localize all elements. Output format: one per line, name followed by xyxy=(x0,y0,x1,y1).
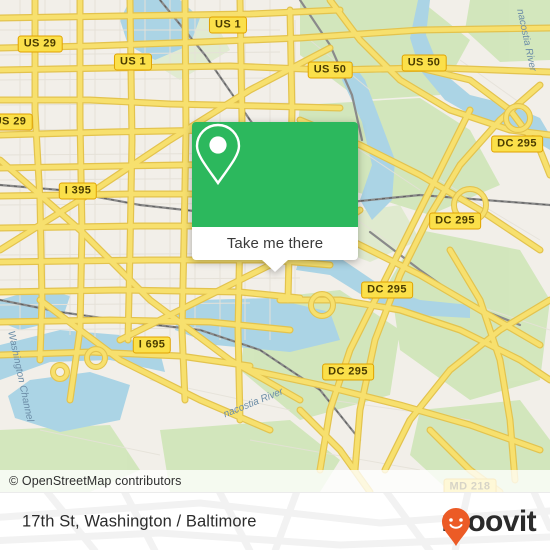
highway-shield: DC 295 xyxy=(429,212,481,230)
moovit-logo[interactable]: moovit xyxy=(441,507,537,546)
attribution-text[interactable]: © OpenStreetMap contributors xyxy=(0,474,182,488)
take-me-there-button[interactable]: Take me there xyxy=(192,227,358,260)
highway-shield: US 29 xyxy=(0,113,33,131)
take-me-there-label: Take me there xyxy=(226,235,324,252)
map-attribution-bar: © OpenStreetMap contributors xyxy=(0,470,550,492)
moovit-map-screen: nacostia River Washington Channel nacost… xyxy=(0,0,550,550)
callout-icon-panel xyxy=(192,122,358,227)
highway-shield: US 29 xyxy=(17,35,63,53)
moovit-pin-smiley-icon xyxy=(442,508,471,546)
highway-shield: DC 295 xyxy=(361,281,413,299)
page-title: 17th St, Washington / Baltimore xyxy=(22,512,257,531)
highway-shield: I 695 xyxy=(132,336,172,354)
location-callout-card[interactable]: Take me there xyxy=(192,122,358,272)
highway-shield: I 395 xyxy=(58,182,98,200)
highway-shield: US 1 xyxy=(113,53,153,71)
map-pin-icon xyxy=(195,123,241,186)
callout-tail xyxy=(262,260,288,272)
highway-shield: DC 295 xyxy=(322,363,374,381)
highway-shield: US 1 xyxy=(208,16,248,34)
map-canvas[interactable]: nacostia River Washington Channel nacost… xyxy=(0,0,550,492)
highway-shield: US 50 xyxy=(307,61,353,79)
highway-shield: US 50 xyxy=(401,54,447,72)
highway-shield: DC 295 xyxy=(491,135,543,153)
footer-bar: 17th St, Washington / Baltimore moovit xyxy=(0,492,550,550)
